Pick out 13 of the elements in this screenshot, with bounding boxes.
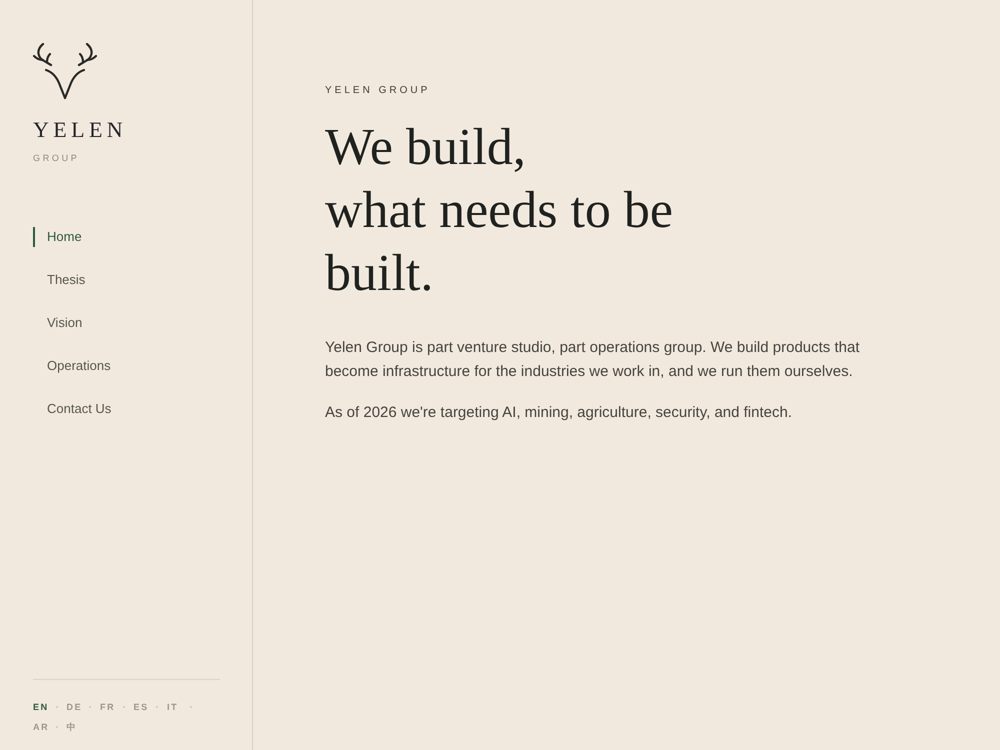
nav-link[interactable]: Operations <box>33 356 111 376</box>
language-link[interactable]: EN <box>33 701 49 713</box>
nav-link[interactable]: Thesis <box>33 270 86 290</box>
headline: We build, what needs to be built. <box>325 118 674 304</box>
nav-link[interactable]: Vision <box>33 313 82 333</box>
body-paragraph: Yelen Group is part venture studio, part operations group. We build products that become infrastructure for the industries we work in, and we run them ourselves. <box>325 338 860 382</box>
deer-antlers-logo-icon <box>33 43 97 100</box>
nav-link[interactable]: Home <box>33 227 82 247</box>
nav-link[interactable]: Contact Us <box>33 399 112 419</box>
eyebrow-label: YELEN GROUP <box>325 85 432 96</box>
logo-subtitle: GROUP <box>33 153 81 163</box>
logo-wordmark: YELEN <box>33 119 128 141</box>
body-paragraph: As of 2026 we're targeting AI, mining, agriculture, security, and fintech. <box>325 403 793 423</box>
